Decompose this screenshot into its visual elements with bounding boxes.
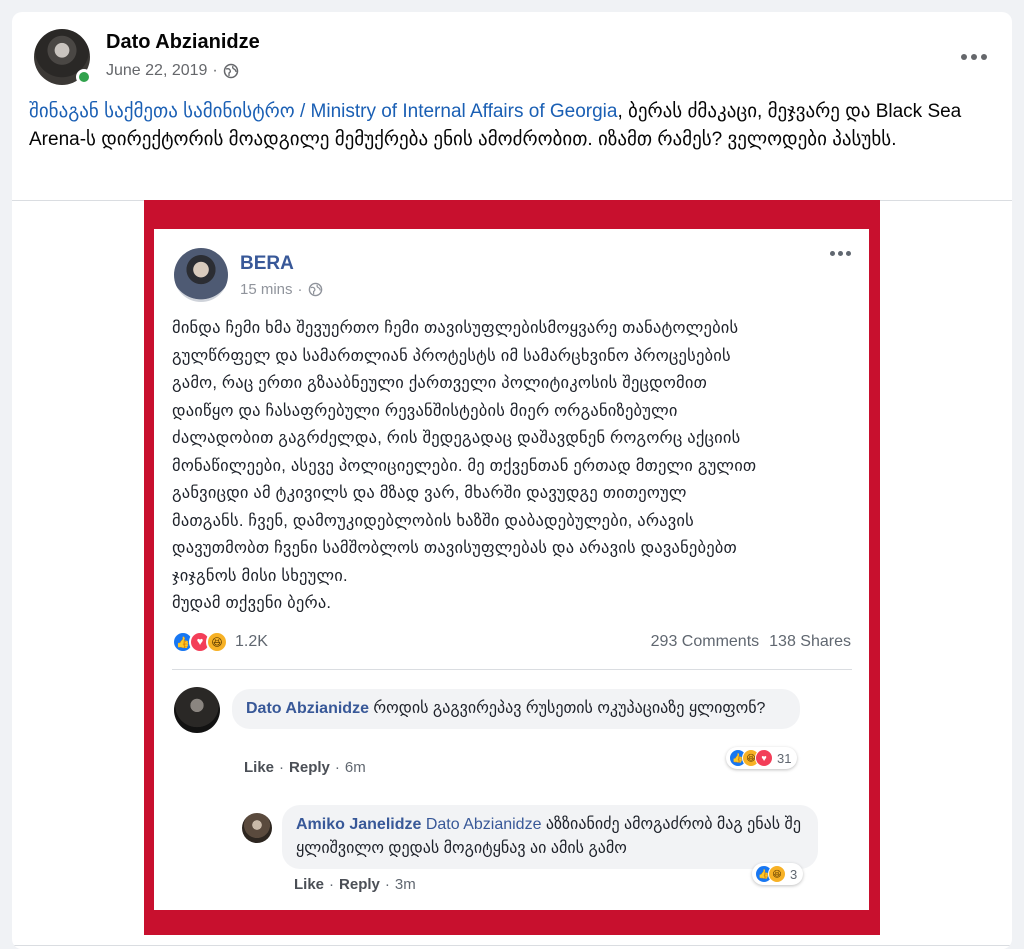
comment-reactions: 👍 😆 ♥ 31 bbox=[726, 747, 798, 769]
embedded-reactions: 👍 ♥ 😆 1.2K bbox=[172, 631, 268, 653]
action-separator: · bbox=[384, 876, 390, 893]
more-options-icon[interactable] bbox=[954, 37, 994, 77]
globe-icon bbox=[308, 282, 322, 297]
post-card: Dato Abzianidze June 22, 2019 · შინაგან … bbox=[12, 12, 1012, 949]
embedded-screenshot[interactable]: BERA 15 mins · მინდა ჩემი ხმა შევუერთო ჩ… bbox=[144, 200, 880, 935]
embedded-post-body: მინდა ჩემი ხმა შევუერთო ჩემი თავისუფლები… bbox=[172, 319, 757, 612]
embedded-meta: 15 mins · bbox=[240, 281, 323, 298]
comment-avatar bbox=[174, 687, 220, 733]
comment-author: Dato Abzianidze bbox=[246, 700, 369, 717]
more-options-icon bbox=[830, 251, 851, 256]
embedded-post: BERA 15 mins · მინდა ჩემი ხმა შევუერთო ჩ… bbox=[154, 229, 869, 910]
reply-reactions-count: 3 bbox=[790, 866, 798, 882]
reply-tag: Dato Abzianidze bbox=[425, 816, 542, 833]
card-bottom-divider bbox=[12, 945, 1012, 949]
love-reaction-icon: ♥ bbox=[755, 749, 773, 767]
embedded-divider bbox=[172, 669, 852, 670]
comment-bubble: Dato Abzianidze როდის გაგვირეპავ რუსეთის… bbox=[232, 689, 800, 729]
reply-time: 3m bbox=[394, 876, 416, 893]
meta-separator: · bbox=[212, 62, 218, 79]
reply-reactions: 👍 😆 3 bbox=[752, 863, 804, 885]
online-status-icon bbox=[76, 69, 92, 85]
like-link: Like bbox=[294, 876, 325, 893]
comment-text: როდის გაგვირეპავ რუსეთის ოკუპაციაზე ყლიფ… bbox=[368, 700, 766, 717]
post-date[interactable]: June 22, 2019 bbox=[106, 62, 207, 80]
reply-link: Reply bbox=[339, 876, 380, 893]
reply-author: Amiko Janelidze bbox=[296, 816, 422, 833]
mention-link[interactable]: შინაგან საქმეთა სამინისტრო / Ministry of… bbox=[29, 101, 617, 122]
post-text: შინაგან საქმეთა სამინისტრო / Ministry of… bbox=[29, 98, 989, 154]
action-separator: · bbox=[334, 759, 340, 776]
reply-bubble: Amiko Janelidze Dato Abzianidze აზზიანიძ… bbox=[282, 805, 818, 869]
comment-time: 6m bbox=[344, 759, 366, 776]
like-link: Like bbox=[244, 759, 275, 776]
embedded-meta-separator: · bbox=[297, 281, 303, 298]
reply-avatar bbox=[242, 813, 272, 843]
reactions-count: 1.2K bbox=[235, 633, 268, 650]
post-meta: June 22, 2019 · bbox=[106, 62, 239, 80]
action-separator: · bbox=[279, 759, 285, 776]
embedded-time: 15 mins bbox=[240, 281, 293, 298]
reply-link: Reply bbox=[289, 759, 330, 776]
shares-count: 138 Shares bbox=[769, 633, 851, 650]
post-header: Dato Abzianidze June 22, 2019 · bbox=[34, 27, 994, 87]
comment-reactions-count: 31 bbox=[777, 750, 792, 766]
comment-actions: Like · Reply · 6m bbox=[244, 759, 366, 776]
action-separator: · bbox=[329, 876, 335, 893]
haha-reaction-icon: 😆 bbox=[768, 865, 786, 883]
haha-reaction-icon: 😆 bbox=[206, 631, 228, 653]
comments-count: 293 Comments bbox=[650, 633, 760, 650]
embedded-stats: 293 Comments 138 Shares bbox=[651, 633, 851, 651]
reply-actions: Like · Reply · 3m bbox=[294, 876, 416, 893]
post-author-name[interactable]: Dato Abzianidze bbox=[106, 31, 260, 54]
embedded-author-avatar bbox=[174, 248, 228, 302]
embedded-author-name: BERA bbox=[240, 253, 294, 274]
globe-icon bbox=[223, 63, 238, 79]
